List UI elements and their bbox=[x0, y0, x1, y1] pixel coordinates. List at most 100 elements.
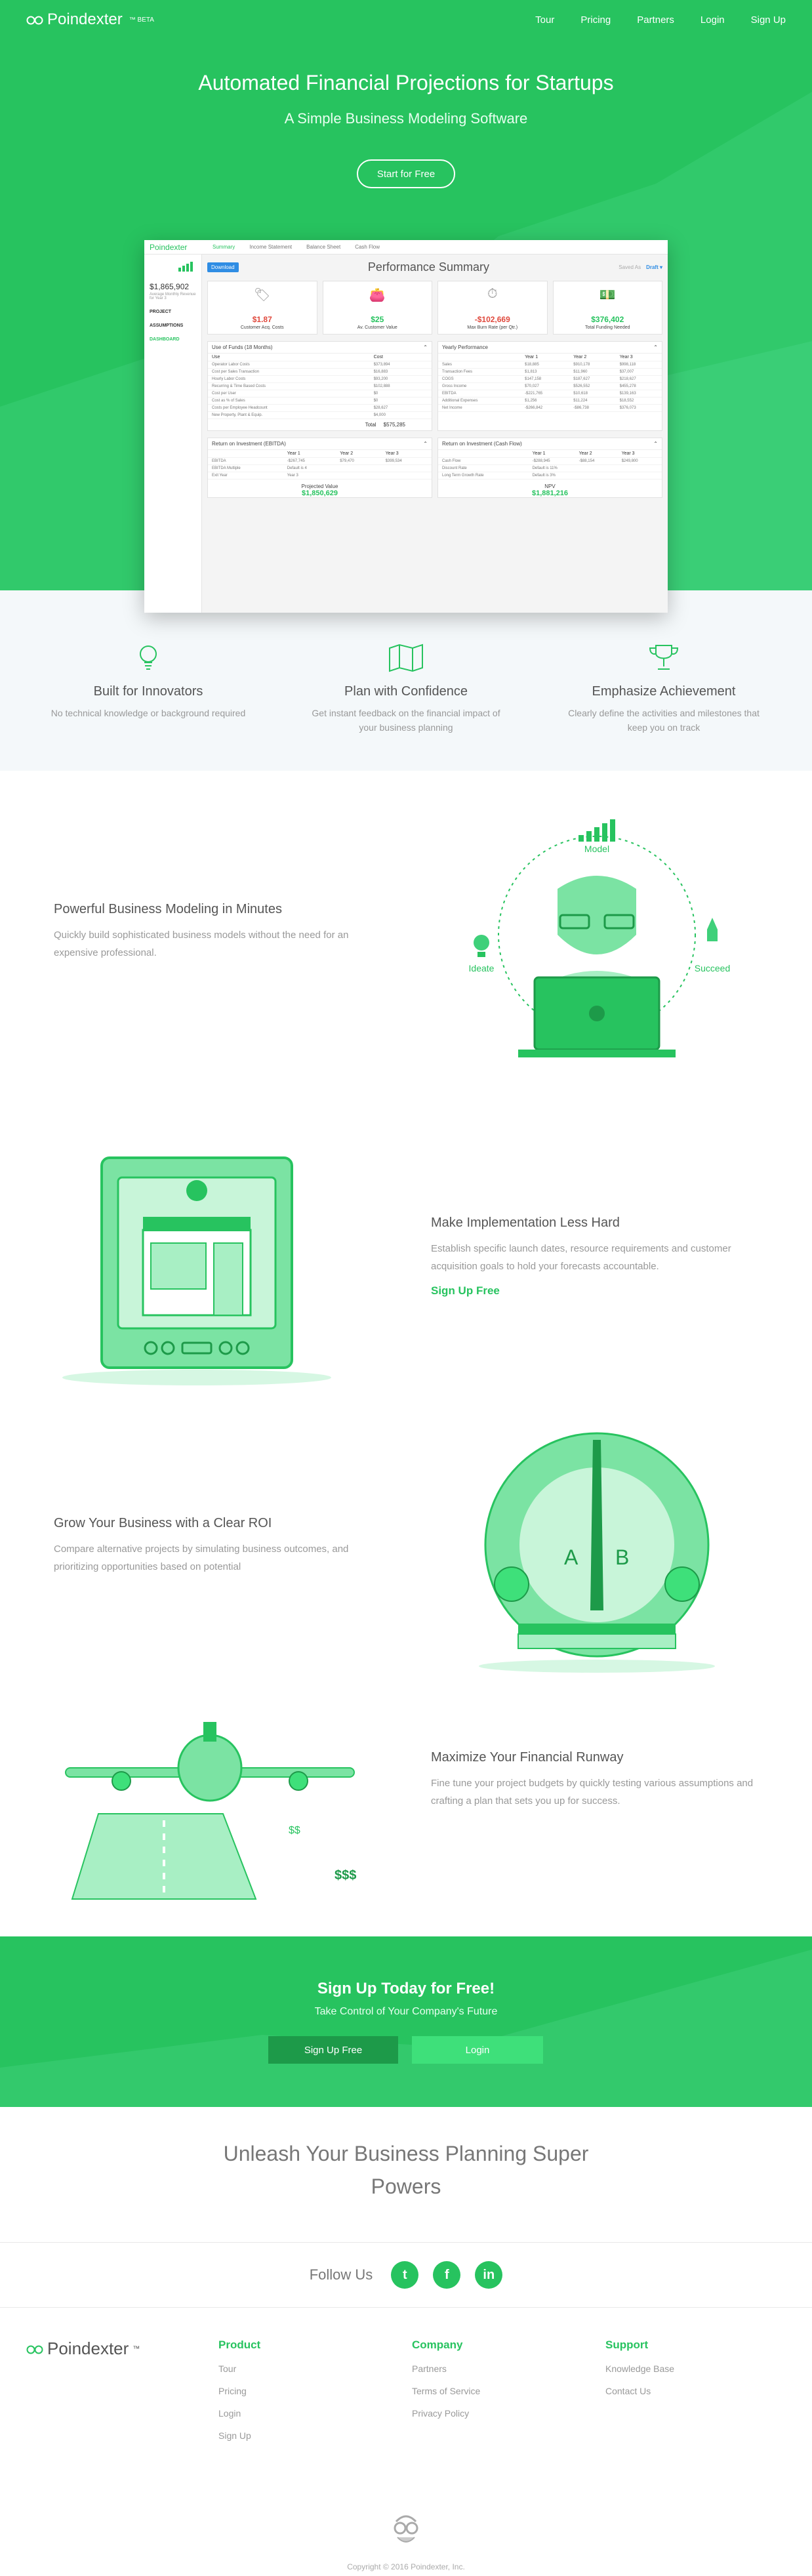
linkedin-icon[interactable]: in bbox=[475, 2261, 503, 2289]
feature-title: Emphasize Achievement bbox=[592, 684, 736, 699]
result-value: $1,881,216 bbox=[531, 489, 569, 497]
table-row: Cost per User $0 bbox=[208, 390, 432, 398]
metric-value: -$102,669 bbox=[474, 315, 510, 324]
footer-link-pricing[interactable]: Pricing bbox=[218, 2386, 260, 2396]
hero-title: Automated Financial Projections for Star… bbox=[198, 71, 614, 94]
column-header: Year 3 bbox=[617, 450, 662, 458]
column-header: Year 3 bbox=[615, 354, 662, 361]
table-cell: Cost per Sales Transaction bbox=[208, 368, 370, 376]
signup-free-button[interactable]: Sign Up Free bbox=[268, 2036, 398, 2064]
implementation-section: Make Implementation Less Hard Establish … bbox=[0, 1125, 812, 1407]
discount-rate-input[interactable]: Default is 11% bbox=[528, 464, 662, 472]
table-row: Discount Rate Default is 11% bbox=[438, 464, 662, 472]
unleash-text: Unleash Your Business Planning Super Pow… bbox=[223, 2142, 589, 2198]
section-title: Powerful Business Modeling in Minutes bbox=[54, 902, 282, 916]
apple-a-icon bbox=[494, 1566, 529, 1602]
growth-rate-input[interactable]: Default is 3% bbox=[528, 472, 662, 480]
footer: Poindexter ™ Product Tour Pricing Login S… bbox=[0, 2309, 812, 2576]
start-free-button[interactable]: Start for Free bbox=[357, 159, 455, 188]
nav-link-pricing[interactable]: Pricing bbox=[580, 14, 611, 26]
footer-link-tour[interactable]: Tour bbox=[218, 2363, 260, 2374]
metric-cards: 🏷 $1.87 Customer Acq. Costs 👛 $25 Av. Custom… bbox=[207, 281, 662, 335]
footer-link-terms[interactable]: Terms of Service bbox=[412, 2386, 480, 2396]
modeling-text: Powerful Business Modeling in Minutes Qu… bbox=[54, 902, 395, 962]
table-cell: Gross Income bbox=[438, 382, 521, 390]
footer-link-partners[interactable]: Partners bbox=[412, 2363, 480, 2374]
footer-link-login[interactable]: Login bbox=[218, 2408, 260, 2419]
draft-select[interactable]: Draft ▾ bbox=[646, 264, 662, 270]
brand-logo[interactable]: Poindexter ™ BETA bbox=[26, 10, 154, 29]
trophy-icon bbox=[649, 645, 679, 670]
big-dollars-label: $$$ bbox=[335, 1868, 356, 1883]
runway-text: Maximize Your Financial Runway Fine tune… bbox=[431, 1750, 772, 1810]
roi-cash-panel: Return on Investment (Cash Flow) ⌃ Year 1… bbox=[437, 438, 662, 498]
field-label: Discount Rate bbox=[438, 464, 529, 472]
field-label: Long Term Growth Rate bbox=[438, 472, 529, 480]
panel-title: Return on Investment (EBITDA) bbox=[212, 441, 286, 447]
apple-b-icon bbox=[664, 1566, 700, 1602]
tab-summary[interactable]: Summary bbox=[213, 244, 235, 250]
panel-header: Use of Funds (18 Months) ⌃ bbox=[208, 342, 432, 354]
column-header bbox=[208, 450, 283, 458]
footer-link-privacy[interactable]: Privacy Policy bbox=[412, 2408, 480, 2419]
table-cell: $0 bbox=[369, 390, 432, 398]
tab-balance-sheet[interactable]: Balance Sheet bbox=[306, 244, 340, 250]
table-cell: $147,158 bbox=[521, 375, 570, 383]
nav-links: Tour Pricing Partners Login Sign Up bbox=[535, 14, 786, 26]
app-sidebar: $1,865,902 Average Monthly Revenue for Y… bbox=[144, 255, 202, 613]
download-button[interactable]: Download bbox=[207, 262, 239, 272]
app-tabs: Summary Income Statement Balance Sheet C… bbox=[203, 244, 380, 250]
chevron-up-icon[interactable]: ⌃ bbox=[653, 344, 658, 350]
roi-row: Return on Investment (EBITDA) ⌃ Year 1 Yea… bbox=[207, 438, 662, 498]
table-cell: $18,552 bbox=[615, 397, 662, 405]
sidebar-item-dashboard[interactable]: DASHBOARD bbox=[150, 337, 196, 342]
footer-link-contact[interactable]: Contact Us bbox=[605, 2386, 674, 2396]
tab-income-statement[interactable]: Income Statement bbox=[249, 244, 292, 250]
airplane-illustration: $$ $$$ bbox=[65, 1722, 356, 1900]
login-button[interactable]: Login bbox=[412, 2036, 543, 2064]
footer-link-signup[interactable]: Sign Up bbox=[218, 2430, 260, 2441]
feature-title: Built for Innovators bbox=[93, 684, 203, 699]
table-cell: Operator Labor Costs bbox=[208, 361, 370, 369]
table-row: COGS $147,158 $187,627 $218,627 bbox=[438, 375, 662, 383]
feature-text: Clearly define the activities and milest… bbox=[568, 708, 760, 733]
nav-link-tour[interactable]: Tour bbox=[535, 14, 554, 26]
table-cell: $10,618 bbox=[569, 390, 616, 398]
nav-link-signup[interactable]: Sign Up bbox=[751, 14, 786, 26]
chevron-up-icon[interactable]: ⌃ bbox=[423, 344, 428, 350]
band-subtitle: Take Control of Your Company's Future bbox=[314, 2006, 498, 2017]
scale-illustration: A B bbox=[479, 1432, 715, 1673]
column-header: Year 2 bbox=[569, 354, 616, 361]
table-row: Recurring & Time Based Costs $102,888 bbox=[208, 382, 432, 390]
footer-logo[interactable]: Poindexter ™ bbox=[26, 2339, 140, 2359]
table-cell: $998,118 bbox=[615, 361, 662, 369]
footer-link-knowledge-base[interactable]: Knowledge Base bbox=[605, 2363, 674, 2374]
feature-text: Get instant feedback on the financial im… bbox=[312, 708, 500, 733]
nav-link-login[interactable]: Login bbox=[700, 14, 725, 26]
table-cell: EBITDA bbox=[208, 457, 283, 465]
signup-free-link[interactable]: Sign Up Free bbox=[431, 1284, 772, 1298]
table-row: Cost per Sales Transaction $16,883 bbox=[208, 368, 432, 376]
feature-item: Plan with Confidence Get instant feedbac… bbox=[308, 643, 504, 735]
glasses-icon bbox=[26, 2345, 43, 2354]
chevron-up-icon[interactable]: ⌃ bbox=[423, 441, 428, 447]
sidebar-item-project[interactable]: PROJECT bbox=[150, 310, 196, 314]
entrepreneur-illustration: Model Ideate Succeed bbox=[469, 819, 730, 1057]
table-cell: $526,552 bbox=[569, 382, 616, 390]
sidebar-item-assumptions[interactable]: ASSUMPTIONS bbox=[150, 323, 196, 328]
app-logo: Poindexter bbox=[150, 242, 188, 252]
nav-link-partners[interactable]: Partners bbox=[637, 14, 674, 26]
saved-as-label: Saved As bbox=[619, 264, 641, 270]
tab-cash-flow[interactable]: Cash Flow bbox=[355, 244, 380, 250]
facebook-icon[interactable]: f bbox=[433, 2261, 461, 2289]
twitter-icon[interactable]: t bbox=[391, 2261, 419, 2289]
top-nav: Poindexter ™ BETA Tour Pricing Partners … bbox=[0, 0, 812, 39]
chevron-up-icon[interactable]: ⌃ bbox=[653, 441, 658, 447]
exit-year-select[interactable]: Year 3 bbox=[283, 472, 432, 480]
table-cell: $1,256 bbox=[521, 397, 570, 405]
brand-tag: ™ BETA bbox=[129, 16, 154, 24]
metric-label: Av. Customer Value bbox=[357, 325, 397, 330]
ebitda-multiple-input[interactable]: Default is 4 bbox=[283, 464, 432, 472]
footer-col-title: Company bbox=[412, 2339, 463, 2351]
table-cell: $0 bbox=[369, 397, 432, 405]
